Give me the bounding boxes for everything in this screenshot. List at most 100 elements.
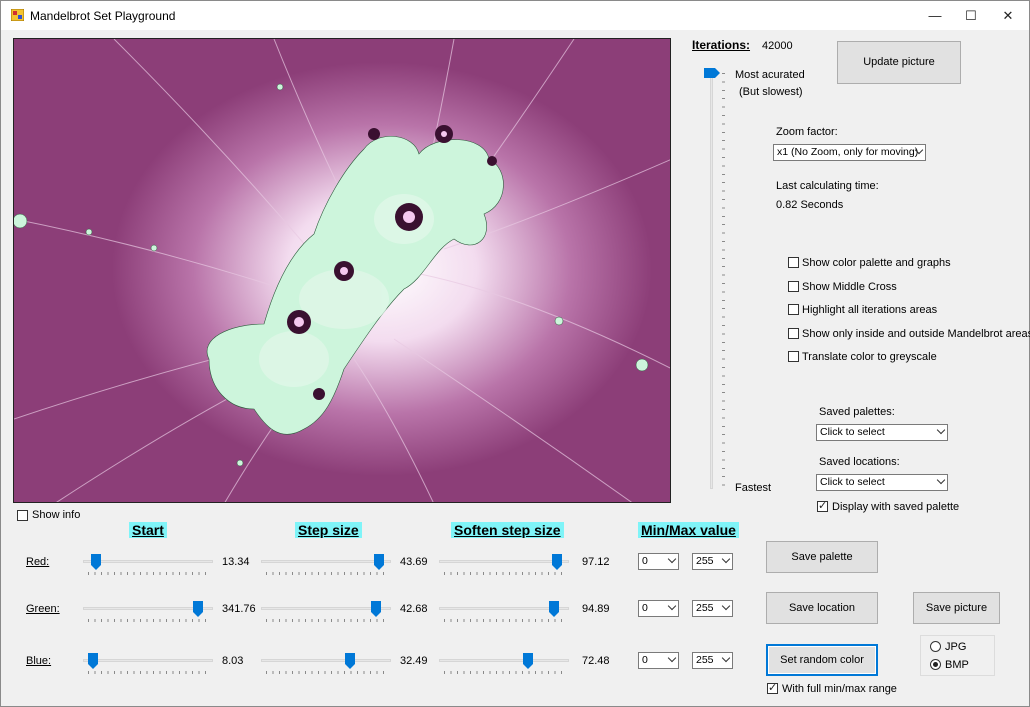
start-header: Start xyxy=(129,522,167,538)
start-slider-track[interactable] xyxy=(83,560,213,563)
min-value-select[interactable]: 0 xyxy=(638,600,679,617)
step-slider-ticks xyxy=(266,572,386,575)
max-value-text: 255 xyxy=(696,555,714,567)
chevron-down-icon xyxy=(667,554,677,564)
start-slider-track[interactable] xyxy=(83,659,213,662)
start-value: 341.76 xyxy=(222,603,256,615)
soften-value: 72.48 xyxy=(582,655,610,667)
soften-slider-thumb[interactable] xyxy=(551,554,562,570)
max-value-select[interactable]: 255 xyxy=(692,553,733,570)
soften-value: 94.89 xyxy=(582,603,610,615)
option-label-cross: Show Middle Cross xyxy=(802,281,897,293)
option-checkbox-cross[interactable] xyxy=(788,281,799,292)
display-saved-palette-label: Display with saved palette xyxy=(832,501,960,513)
chevron-down-icon xyxy=(936,425,946,435)
start-slider-thumb[interactable] xyxy=(87,653,98,669)
start-slider-thumb[interactable] xyxy=(193,601,204,617)
jpg-radio[interactable] xyxy=(930,641,941,652)
saved-palettes-value: Click to select xyxy=(820,426,885,438)
option-checkbox-greyscale[interactable] xyxy=(788,351,799,362)
app-window: Mandelbrot Set Playground — ☐ ✕ Show inf… xyxy=(0,0,1030,707)
iterations-value: 42000 xyxy=(762,40,793,52)
save-palette-button[interactable]: Save palette xyxy=(766,541,878,573)
soften-slider-ticks xyxy=(444,619,564,622)
option-checkbox-highlight[interactable] xyxy=(788,304,799,315)
option-label-greyscale: Translate color to greyscale xyxy=(802,351,937,363)
soften-slider-track[interactable] xyxy=(439,560,569,563)
display-saved-palette-checkbox[interactable] xyxy=(817,499,828,512)
option-checkbox-inside-outside[interactable] xyxy=(788,328,799,339)
minimize-button[interactable]: — xyxy=(916,1,954,30)
chevron-down-icon xyxy=(936,475,946,485)
iterations-top-label: Most acurated xyxy=(735,69,805,81)
min-value-select[interactable]: 0 xyxy=(638,652,679,669)
saved-palettes-select[interactable]: Click to select xyxy=(816,424,948,441)
start-slider-ticks xyxy=(88,671,208,674)
step-slider-track[interactable] xyxy=(261,659,391,662)
zoom-select[interactable]: x1 (No Zoom, only for moving) xyxy=(773,144,926,161)
maximize-button[interactable]: ☐ xyxy=(952,1,990,30)
calc-time-value: 0.82 Seconds xyxy=(776,199,844,211)
option-label-highlight: Highlight all iterations areas xyxy=(802,304,938,316)
bmp-radio[interactable] xyxy=(930,659,941,670)
min-value-select[interactable]: 0 xyxy=(638,553,679,570)
saved-locations-label: Saved locations: xyxy=(819,456,900,468)
zoom-label: Zoom factor: xyxy=(776,126,838,138)
full-range-checkbox[interactable] xyxy=(767,681,778,694)
zoom-select-value: x1 (No Zoom, only for moving) xyxy=(777,146,919,158)
step-slider-thumb[interactable] xyxy=(373,554,384,570)
save-location-button[interactable]: Save location xyxy=(766,592,878,624)
soften-slider-ticks xyxy=(444,671,564,674)
step-value: 43.69 xyxy=(400,556,428,568)
step-slider-thumb[interactable] xyxy=(345,653,355,669)
row-label-red: Red: xyxy=(26,556,50,568)
soften-value: 97.12 xyxy=(582,556,610,568)
iterations-label: Iterations: xyxy=(692,38,751,52)
close-button[interactable]: ✕ xyxy=(989,1,1027,30)
max-value-select[interactable]: 255 xyxy=(692,600,733,617)
title-bar[interactable]: Mandelbrot Set Playground — ☐ ✕ xyxy=(1,1,1029,30)
fractal-canvas[interactable] xyxy=(13,38,671,503)
step-slider-track[interactable] xyxy=(261,560,391,563)
show-info-checkbox[interactable] xyxy=(17,510,28,521)
max-value-text: 255 xyxy=(696,602,714,614)
saved-palettes-label: Saved palettes: xyxy=(819,406,895,418)
start-value: 13.34 xyxy=(222,556,250,568)
iterations-slider-track[interactable] xyxy=(710,69,713,489)
option-label-inside-outside: Show only inside and outside Mandelbrot … xyxy=(802,328,1030,340)
step-value: 42.68 xyxy=(400,603,428,615)
max-value-select[interactable]: 255 xyxy=(692,652,733,669)
bmp-label: BMP xyxy=(945,659,969,671)
start-slider-ticks xyxy=(88,619,208,622)
step-slider-thumb[interactable] xyxy=(371,601,382,617)
min-value-text: 0 xyxy=(642,602,648,614)
save-picture-button[interactable]: Save picture xyxy=(913,592,1000,624)
full-range-label: With full min/max range xyxy=(782,683,897,695)
app-icon xyxy=(11,9,24,21)
soften-slider-ticks xyxy=(444,572,564,575)
set-random-color-button[interactable]: Set random color xyxy=(766,644,878,676)
jpg-label: JPG xyxy=(945,641,967,653)
max-value-text: 255 xyxy=(696,654,714,666)
row-label-green: Green: xyxy=(26,603,60,615)
update-picture-button[interactable]: Update picture xyxy=(837,41,961,84)
chevron-down-icon xyxy=(667,653,677,663)
step-size-header: Step size xyxy=(295,522,362,538)
window-title: Mandelbrot Set Playground xyxy=(30,9,176,23)
option-checkbox-palette[interactable] xyxy=(788,257,799,268)
iterations-top-sublabel: (But slowest) xyxy=(739,86,803,98)
chevron-down-icon xyxy=(667,601,677,611)
saved-locations-select[interactable]: Click to select xyxy=(816,474,948,491)
iterations-bottom-label: Fastest xyxy=(735,482,772,494)
start-slider-thumb[interactable] xyxy=(91,554,102,570)
chevron-down-icon xyxy=(721,653,731,663)
soften-slider-thumb[interactable] xyxy=(549,601,560,617)
chevron-down-icon xyxy=(721,601,731,611)
soften-slider-thumb[interactable] xyxy=(523,653,533,669)
saved-locations-value: Click to select xyxy=(820,476,885,488)
soften-step-size-header: Soften step size xyxy=(451,522,564,538)
min-max-header: Min/Max value xyxy=(638,522,739,538)
step-slider-ticks xyxy=(266,619,386,622)
iterations-slider-thumb[interactable] xyxy=(704,68,720,78)
soften-slider-track[interactable] xyxy=(439,659,569,662)
